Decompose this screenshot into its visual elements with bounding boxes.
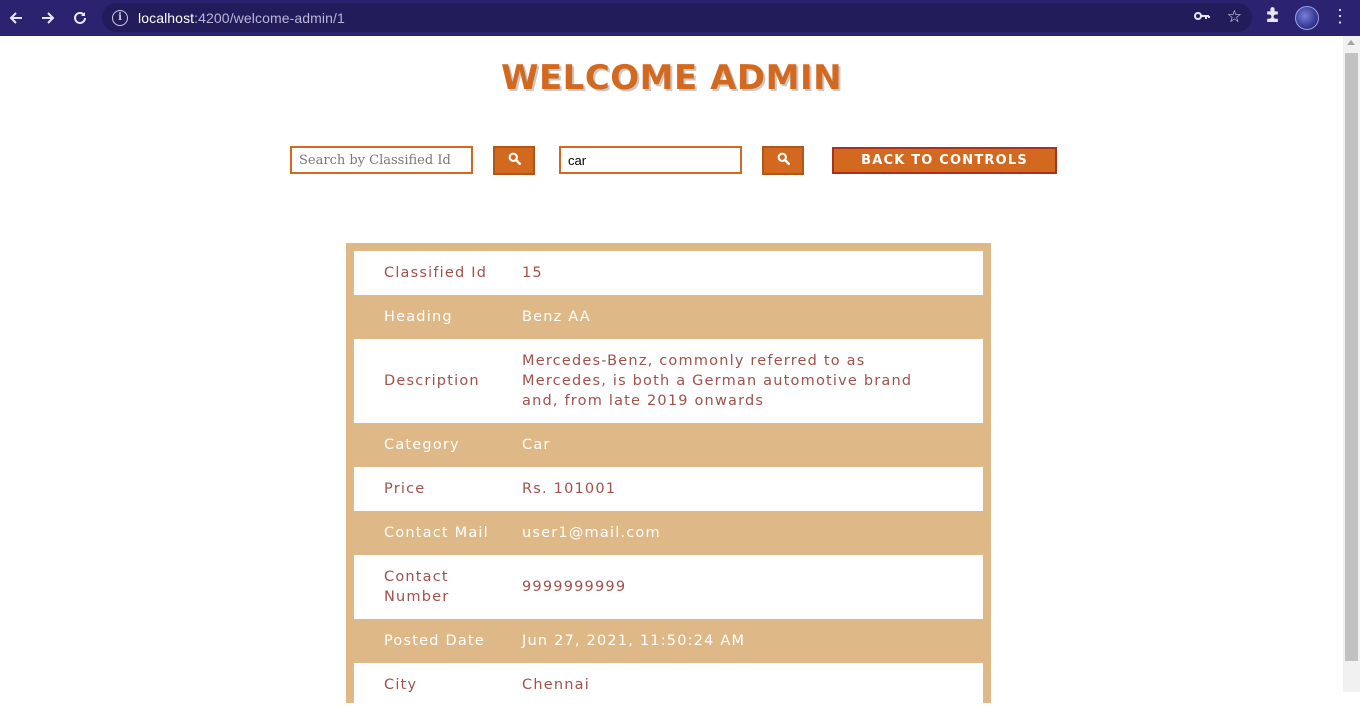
detail-value: Benz AA bbox=[522, 309, 591, 325]
detail-row-classified-id: Classified Id 15 bbox=[354, 251, 983, 295]
detail-value: Car bbox=[522, 437, 551, 453]
url-host: localhost bbox=[138, 9, 195, 26]
page-title: WELCOME ADMIN bbox=[500, 58, 843, 98]
detail-row-contact-mail: Contact Mail user1@mail.com bbox=[354, 511, 983, 555]
scrollbar[interactable] bbox=[1343, 36, 1360, 692]
scrollbar-thumb[interactable] bbox=[1345, 53, 1358, 661]
detail-label: Contact Number bbox=[384, 569, 450, 605]
detail-row-description: Description Mercedes-Benz, commonly refe… bbox=[354, 339, 983, 423]
detail-row-price: Price Rs. 101001 bbox=[354, 467, 983, 511]
detail-value: 15 bbox=[522, 265, 543, 281]
detail-value: Mercedes-Benz, commonly referred to as M… bbox=[522, 353, 913, 409]
back-to-controls-button[interactable]: BACK TO CONTROLS bbox=[832, 147, 1057, 174]
url-path: :4200/welcome-admin/1 bbox=[194, 9, 345, 26]
detail-label: Heading bbox=[384, 309, 453, 325]
search-icon bbox=[777, 152, 790, 170]
detail-label: Price bbox=[384, 481, 426, 497]
detail-row-category: Category Car bbox=[354, 423, 983, 467]
browser-toolbar: i localhost:4200/welcome-admin/1 ☆ ⋮ bbox=[0, 0, 1360, 36]
classified-id-search-input[interactable] bbox=[290, 146, 473, 174]
detail-label: Classified Id bbox=[384, 265, 488, 281]
detail-label: Contact Mail bbox=[384, 525, 489, 541]
kebab-menu-icon[interactable]: ⋮ bbox=[1331, 7, 1349, 25]
detail-row-heading: Heading Benz AA bbox=[354, 295, 983, 339]
detail-value: Chennai bbox=[522, 677, 590, 693]
forward-arrow-icon[interactable] bbox=[32, 2, 64, 34]
detail-label: City bbox=[384, 677, 418, 693]
detail-label: Category bbox=[384, 437, 460, 453]
classified-details-card: Classified Id 15 Heading Benz AA Descrip… bbox=[346, 243, 991, 707]
detail-row-contact-number: Contact Number 9999999999 bbox=[354, 555, 983, 619]
address-bar[interactable]: i localhost:4200/welcome-admin/1 ☆ bbox=[102, 3, 1252, 32]
info-icon[interactable]: i bbox=[112, 9, 128, 26]
detail-value: user1@mail.com bbox=[522, 525, 661, 541]
key-icon[interactable] bbox=[1194, 9, 1210, 25]
reload-icon[interactable] bbox=[64, 2, 96, 34]
back-arrow-icon[interactable] bbox=[0, 2, 32, 34]
star-icon[interactable]: ☆ bbox=[1227, 7, 1242, 27]
avatar[interactable] bbox=[1295, 6, 1319, 30]
detail-row-city: City Chennai bbox=[354, 663, 983, 707]
detail-row-posted-date: Posted Date Jun 27, 2021, 11:50:24 AM bbox=[354, 619, 983, 663]
detail-value: 9999999999 bbox=[522, 579, 627, 595]
extensions-icon[interactable] bbox=[1264, 6, 1281, 28]
url-text[interactable]: localhost:4200/welcome-admin/1 bbox=[138, 10, 345, 26]
detail-value: Rs. 101001 bbox=[522, 481, 617, 497]
category-search-input[interactable] bbox=[559, 146, 742, 174]
detail-value: Jun 27, 2021, 11:50:24 AM bbox=[522, 633, 746, 649]
detail-label: Posted Date bbox=[384, 633, 485, 649]
search-by-id-button[interactable] bbox=[493, 146, 535, 175]
scroll-up-arrow-icon[interactable] bbox=[1347, 40, 1355, 45]
detail-label: Description bbox=[384, 373, 480, 389]
search-by-category-button[interactable] bbox=[762, 146, 804, 175]
search-icon bbox=[508, 152, 521, 170]
